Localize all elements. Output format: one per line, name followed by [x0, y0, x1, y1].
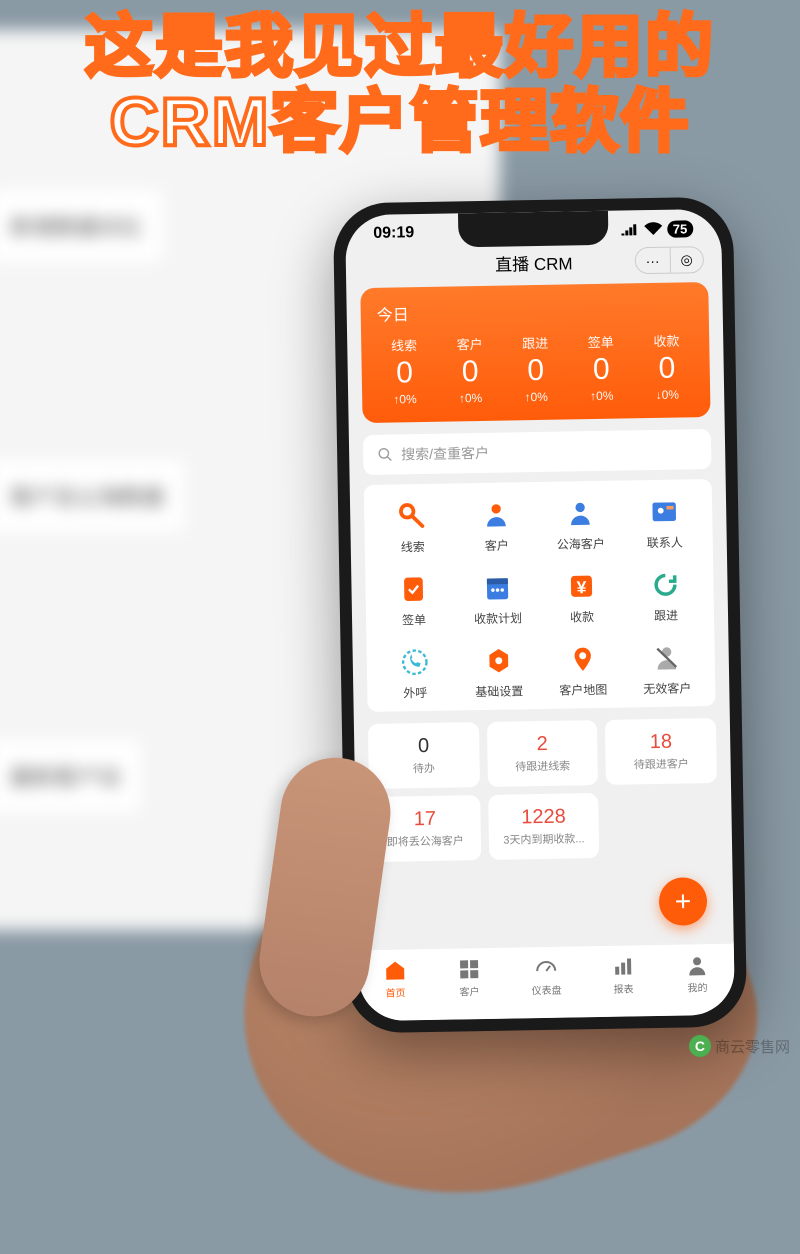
gear-icon [483, 644, 516, 677]
tab-customers[interactable]: 客户 [457, 957, 482, 998]
search-input[interactable]: 搜索/查重客户 [363, 429, 712, 475]
headline-line-1: 这是我见过最好用的 [85, 9, 715, 85]
nav-orders[interactable]: 签单 [373, 573, 454, 629]
stat-customers[interactable]: 客户 0 ↑0% [437, 334, 504, 406]
nav-map[interactable]: 客户地图 [543, 643, 624, 699]
kpi-todo[interactable]: 0待办 [368, 722, 480, 789]
fab-add-button[interactable]: + [659, 877, 708, 926]
more-button[interactable]: ··· [635, 248, 670, 274]
bg-heading-3: 最新客户动 [0, 740, 140, 812]
tab-reports[interactable]: 报表 [611, 954, 636, 995]
headline-line-2: CRM客户管理软件 [110, 84, 691, 160]
nav-payments[interactable]: ¥收款 [541, 570, 622, 626]
watermark-logo-icon: C [689, 1035, 711, 1057]
plus-icon: + [675, 885, 692, 917]
public-person-icon [564, 497, 597, 530]
stat-leads[interactable]: 线索 0 ↑0% [371, 335, 438, 407]
today-label: 今日 [377, 296, 699, 326]
app-title: 直播 CRM [495, 249, 573, 275]
stat-orders[interactable]: 签单 0 ↑0% [568, 331, 635, 403]
tab-dashboard[interactable]: 仪表盘 [531, 956, 562, 998]
kpi-pending-leads[interactable]: 2待跟进线索 [487, 720, 599, 787]
home-icon [383, 958, 407, 982]
person-icon [480, 498, 513, 531]
nav-customers[interactable]: 客户 [456, 498, 537, 554]
phone-screen: 09:19 75 直播 CRM ··· ◎ 今日 线索 0 [345, 209, 735, 1021]
miniprogram-header: 直播 CRM ··· ◎ [346, 241, 723, 289]
miniprogram-actions: ··· ◎ [634, 246, 704, 274]
contact-card-icon [648, 496, 681, 529]
location-pin-icon [567, 643, 600, 676]
stat-followup[interactable]: 跟进 0 ↑0% [502, 332, 569, 404]
close-button[interactable]: ◎ [670, 247, 703, 273]
signal-icon [621, 222, 639, 236]
status-icons: 75 [621, 219, 694, 238]
yen-icon: ¥ [565, 570, 598, 603]
bg-heading-2: 客户及公海数据 [0, 460, 184, 532]
phone-notch [458, 211, 609, 248]
tab-home[interactable]: 首页 [383, 958, 408, 999]
search-icon [377, 447, 393, 463]
nav-grid: 线索 客户 公海客户 联系人 签单 收款计划 ¥收款 跟进 外呼 基础设置 客户… [364, 479, 716, 712]
refresh-icon [649, 569, 682, 602]
watermark: C 商云零售网 [689, 1035, 790, 1057]
nav-outbound[interactable]: 外呼 [375, 645, 456, 701]
kpi-due-payments[interactable]: 12283天内到期收款... [488, 793, 600, 860]
kpi-grid: 0待办 2待跟进线索 18待跟进客户 17即将丢公海客户 12283天内到期收款… [368, 718, 718, 862]
nav-payment-plan[interactable]: 收款计划 [457, 571, 538, 627]
chart-icon [611, 954, 635, 978]
nav-followup[interactable]: 跟进 [625, 568, 706, 624]
phone-icon [399, 646, 432, 679]
gauge-icon [534, 956, 558, 980]
battery-indicator: 75 [667, 220, 694, 237]
tab-me[interactable]: 我的 [685, 953, 710, 994]
headline-overlay: 这是我见过最好用的 CRM客户管理软件 [0, 10, 800, 160]
bottom-nav: 首页 客户 仪表盘 报表 我的 [358, 943, 735, 1022]
search-placeholder: 搜索/查重客户 [401, 443, 489, 465]
stats-row: 线索 0 ↑0% 客户 0 ↑0% 跟进 0 ↑0% 签单 0 ↑0% [371, 330, 700, 407]
wifi-icon [644, 222, 662, 236]
today-stats-card: 今日 线索 0 ↑0% 客户 0 ↑0% 跟进 0 ↑0% [360, 282, 710, 423]
nav-public-customers[interactable]: 公海客户 [540, 497, 621, 553]
clipboard-check-icon [397, 573, 430, 606]
svg-text:¥: ¥ [576, 577, 586, 597]
person-off-icon [650, 642, 683, 675]
grid-icon [457, 957, 481, 981]
status-time: 09:19 [373, 224, 414, 243]
user-icon [685, 953, 709, 977]
calendar-icon [481, 571, 514, 604]
watermark-text: 商云零售网 [715, 1036, 790, 1057]
phone-frame: 09:19 75 直播 CRM ··· ◎ 今日 线索 0 [333, 197, 747, 1034]
nav-invalid[interactable]: 无效客户 [626, 641, 707, 697]
nav-leads[interactable]: 线索 [372, 500, 453, 556]
nav-settings[interactable]: 基础设置 [459, 644, 540, 700]
stat-payments[interactable]: 收款 0 ↓0% [633, 330, 700, 402]
kpi-pending-customers[interactable]: 18待跟进客户 [605, 718, 717, 785]
leads-icon [396, 500, 429, 533]
nav-contacts[interactable]: 联系人 [624, 495, 705, 551]
bg-heading-1: 新增数据对比 [0, 190, 162, 262]
